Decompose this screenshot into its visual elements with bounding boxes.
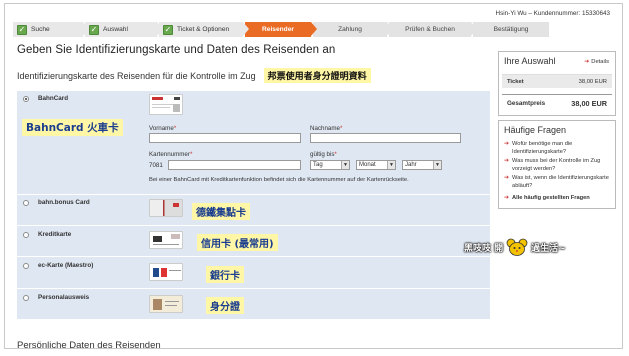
- step-ticket-optionen[interactable]: ✓ Ticket & Optionen: [159, 22, 249, 37]
- gesamtpreis-row: Gesamtpreis 38,00 EUR: [502, 94, 612, 112]
- step-label: Zahlung: [338, 26, 362, 33]
- auswahl-title: Ihre Auswahl ➔ Details: [504, 56, 609, 66]
- radio-ec-karte[interactable]: [23, 263, 29, 269]
- check-icon: ✓: [163, 24, 173, 35]
- arrow-right-icon: ➔: [504, 175, 510, 181]
- arrow-right-icon: ➔: [504, 195, 510, 201]
- step-label: Reisender: [262, 26, 294, 33]
- bahnbonus-card-image: [149, 199, 183, 217]
- gueltig-label: gültig bis*: [310, 151, 337, 158]
- faq-item[interactable]: ➔ Was ist, wenn die Identifizierungskarte…: [504, 174, 610, 190]
- ec-karte-note: 銀行卡: [206, 266, 244, 283]
- main-content: Geben Sie Identifizierungskarte und Date…: [17, 44, 490, 348]
- faq-item[interactable]: ➔ Was muss bei der Kontrolle im Zug vorze…: [504, 157, 610, 173]
- credit-card-image: [149, 231, 183, 249]
- kartennummer-label: Kartennummer*: [149, 151, 193, 158]
- jahr-select[interactable]: Jahr ▼: [402, 160, 442, 170]
- ticket-row: Ticket 38,00 EUR: [502, 74, 612, 88]
- option-personalausweis: Personalausweis 身分證: [17, 288, 490, 319]
- kreditkarte-note: 信用卡 (最常用): [197, 234, 278, 251]
- nachname-label: Nachname*: [310, 125, 343, 132]
- annotation-note: 邦票使用者身分證明資料: [263, 68, 371, 83]
- booking-page: Hsin-Yi Wu – Kundennummer: 15330643 ✓ Su…: [4, 3, 623, 349]
- id-card-image: [149, 295, 183, 313]
- radio-bahnbonus[interactable]: [23, 200, 29, 206]
- watermark-text-right: 過生活~: [531, 243, 566, 254]
- sidebar: Ihre Auswahl ➔ Details Ticket 38,00 EUR G…: [498, 51, 616, 209]
- radio-kreditkarte[interactable]: [23, 232, 29, 238]
- step-suche[interactable]: ✓ Suche: [13, 22, 89, 37]
- bahncard-image: [149, 94, 183, 115]
- details-link[interactable]: ➔ Details: [584, 58, 609, 65]
- user-info: Hsin-Yi Wu – Kundennummer: 15330643: [495, 10, 610, 17]
- monat-select[interactable]: Monat ▼: [356, 160, 396, 170]
- chevron-down-icon: ▼: [387, 161, 395, 169]
- ihre-auswahl-box: Ihre Auswahl ➔ Details Ticket 38,00 EUR G…: [498, 51, 616, 116]
- kartennummer-hint: Bei einer BahnCard mit Kreditkartenfunkt…: [149, 177, 409, 183]
- step-zahlung: Zahlung: [313, 22, 393, 37]
- vorname-input[interactable]: [149, 133, 301, 143]
- radio-bahncard[interactable]: [23, 96, 29, 102]
- ticket-price: 38,00 EUR: [578, 78, 607, 85]
- step-label: Suche: [31, 26, 50, 33]
- faq-title: Häufige Fragen: [504, 125, 567, 135]
- tag-select[interactable]: Tag ▼: [310, 160, 350, 170]
- option-ec-karte: ec-Karte (Maestro) 銀行卡: [17, 256, 490, 288]
- option-label: bahn.bonus Card: [38, 199, 90, 206]
- step-reisender: Reisender: [245, 22, 317, 37]
- bahnbonus-note: 德鐵集點卡: [192, 203, 250, 220]
- option-label: ec-Karte (Maestro): [38, 262, 94, 269]
- chevron-down-icon: ▼: [341, 161, 349, 169]
- section-title: Identifizierungskarte des Reisenden für …: [17, 68, 490, 83]
- section-title-text: Identifizierungskarte des Reisenden für …: [17, 70, 256, 81]
- gesamt-label: Gesamtpreis: [507, 100, 546, 107]
- faq-box: Häufige Fragen ➔ Wofür benötige man die I…: [498, 120, 616, 209]
- header: Hsin-Yi Wu – Kundennummer: 15330643 ✓ Su…: [5, 4, 622, 40]
- option-label: BahnCard: [38, 95, 69, 102]
- nachname-input[interactable]: [310, 133, 461, 143]
- option-kreditkarte: Kreditkarte 信用卡 (最常用): [17, 225, 490, 256]
- step-label: Prüfen & Buchen: [405, 26, 455, 33]
- option-bahncard: BahnCard BahnCard 火車卡 Vorname* Nachname*…: [17, 90, 490, 194]
- arrow-right-icon: ➔: [504, 141, 510, 147]
- faq-all-link[interactable]: ➔ Alle häufig gestellten Fragen: [504, 194, 610, 202]
- step-bestaetigung: Bestätigung: [473, 22, 549, 37]
- step-label: Auswahl: [103, 26, 128, 33]
- check-icon: ✓: [89, 24, 99, 35]
- kartennummer-prefix: 7081: [149, 162, 163, 169]
- arrow-right-icon: ➔: [504, 158, 510, 164]
- check-icon: ✓: [17, 24, 27, 35]
- vorname-label: Vorname*: [149, 125, 177, 132]
- kartennummer-input[interactable]: [168, 160, 301, 170]
- bahncard-note: BahnCard 火車卡: [22, 119, 123, 136]
- watermark-text-left: 黑吱吱 開: [464, 243, 504, 254]
- radio-personalausweis[interactable]: [23, 295, 29, 301]
- chevron-down-icon: ▼: [433, 161, 441, 169]
- option-label: Personalausweis: [38, 294, 90, 301]
- gesamt-price: 38,00 EUR: [571, 99, 607, 108]
- personalausweis-note: 身分證: [206, 297, 244, 314]
- arrow-right-icon: ➔: [584, 59, 590, 65]
- faq-item[interactable]: ➔ Wofür benötige man die Identifizierungs…: [504, 140, 610, 156]
- option-label: Kreditkarte: [38, 231, 72, 238]
- page-title: Geben Sie Identifizierungskarte und Date…: [17, 44, 336, 56]
- progress-steps: ✓ Suche ✓ Auswahl ✓ Ticket & Optionen Re…: [13, 22, 551, 37]
- mouse-mascot-icon: [506, 238, 528, 256]
- step-pruefen-buchen: Prüfen & Buchen: [389, 22, 477, 37]
- step-label: Ticket & Optionen: [177, 26, 230, 33]
- option-bahnbonus: bahn.bonus Card 德鐵集點卡: [17, 194, 490, 225]
- section-persoenliche-daten: Persönliche Daten des Reisenden: [17, 340, 161, 349]
- blog-watermark: 黑吱吱 開 過生活~: [464, 238, 566, 256]
- step-auswahl[interactable]: ✓ Auswahl: [85, 22, 163, 37]
- step-label: Bestätigung: [493, 26, 529, 33]
- ec-card-image: [149, 263, 183, 281]
- ticket-label: Ticket: [507, 78, 524, 85]
